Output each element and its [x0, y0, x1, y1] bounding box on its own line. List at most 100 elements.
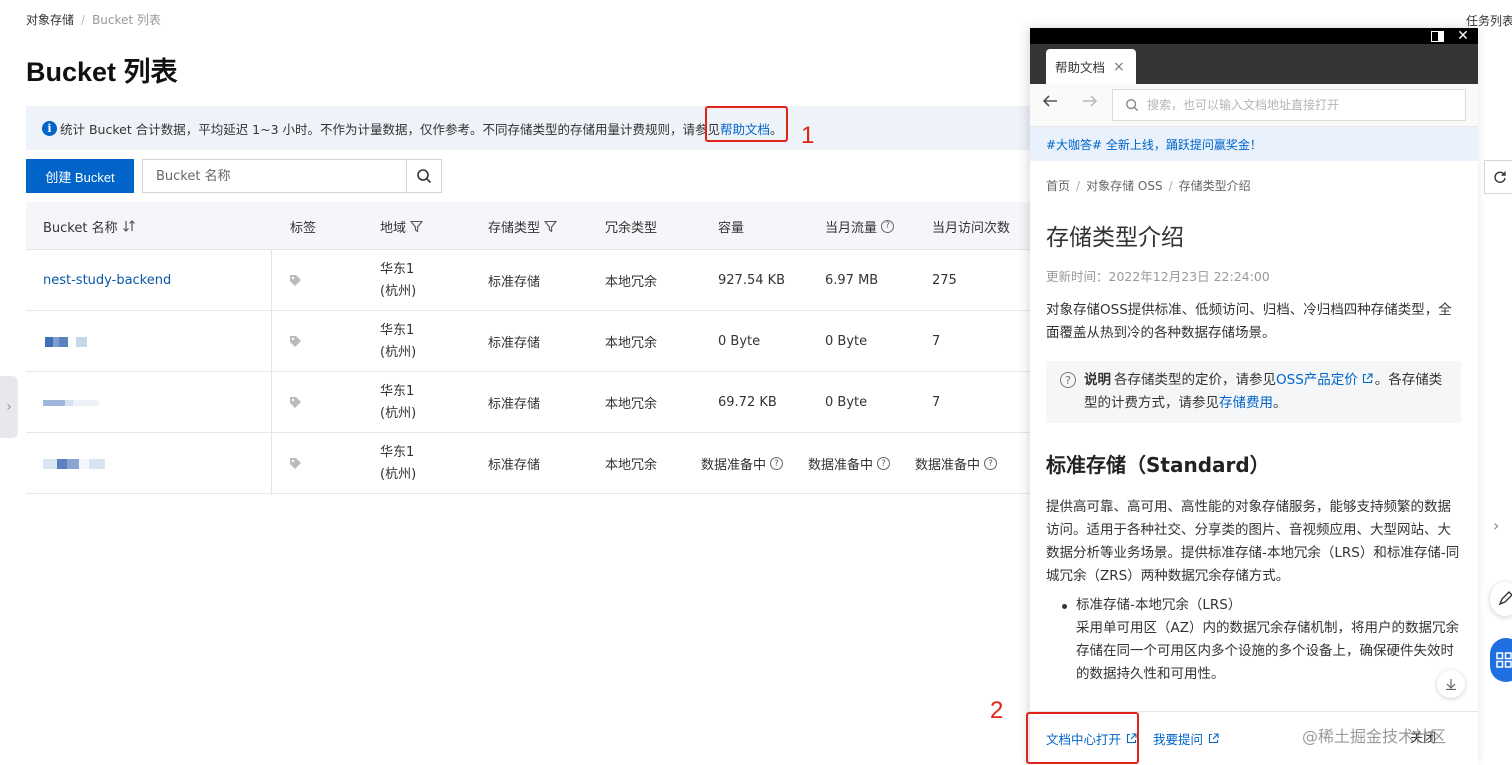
header-visits: 当月访问次数 [932, 220, 1011, 236]
help-icon[interactable]: ? [770, 457, 784, 470]
refresh-button[interactable] [1484, 160, 1512, 194]
help-icon[interactable]: ? [984, 457, 998, 470]
help-icon[interactable]: ? [881, 219, 895, 233]
page-title: Bucket 列表 [26, 57, 178, 87]
tag-cell[interactable] [289, 372, 302, 433]
breadcrumb: 对象存储 / Bucket 列表 [26, 11, 161, 28]
storage-fee-link[interactable]: 存储费用 [1219, 395, 1273, 411]
sidebar-expand-handle[interactable]: › [0, 376, 18, 438]
table-row: 华东1 (杭州) 标准存储 本地冗余 0 Byte 0 Byte 7 [26, 311, 1030, 372]
bullet-title: 标准存储-本地冗余（LRS） [1076, 597, 1242, 613]
search-button[interactable] [406, 160, 441, 192]
back-arrow-icon[interactable] [1042, 93, 1058, 114]
refresh-icon [1493, 171, 1506, 183]
header-redundancy: 冗余类型 [605, 220, 658, 236]
task-list-link[interactable]: 任务列表 [1466, 12, 1512, 29]
tag-icon[interactable] [289, 396, 302, 409]
panel-tab-bar: ✕ 帮助文档 × [1030, 28, 1478, 84]
help-doc-panel: ✕ 帮助文档 × #大咖答# 全新上线，踊跃提问赢奖金！ 首页/对象存储 OSS… [1030, 28, 1478, 765]
breadcrumb-root[interactable]: 对象存储 [26, 13, 74, 27]
visits-cell: 275 [932, 273, 957, 288]
traffic-cell: 0 Byte [825, 334, 868, 349]
tag-icon[interactable] [289, 335, 302, 348]
header-storage-type[interactable]: 存储类型 [488, 202, 558, 250]
visits-cell: 数据准备中? [915, 433, 998, 494]
bucket-table: Bucket 名称 标签 地域 存储类型 冗余类型 容量 当月流量? 当月访问次… [26, 202, 1030, 495]
edit-feedback-button[interactable] [1490, 582, 1512, 616]
tag-cell[interactable] [289, 311, 302, 372]
bucket-name-link[interactable] [45, 311, 87, 372]
arrow-down-icon [1446, 679, 1456, 690]
tag-cell[interactable] [289, 250, 302, 311]
storage-type-cell: 标准存储 [488, 275, 541, 290]
doc-title: 存储类型介绍 [1046, 225, 1184, 251]
header-region[interactable]: 地域 [380, 202, 424, 250]
watermark: @稀土掘金技术社区 [1302, 727, 1447, 746]
create-bucket-button[interactable]: 创建 Bucket [26, 159, 134, 193]
blurred-name [45, 336, 87, 347]
tag-icon[interactable] [289, 457, 302, 470]
redundancy-cell: 本地冗余 [605, 458, 658, 473]
filter-icon[interactable] [410, 220, 424, 233]
header-tags: 标签 [290, 220, 317, 236]
bullet-description: 采用单可用区（AZ）内的数据冗余存储机制，将用户的数据冗余存储在同一个可用区内多… [1076, 620, 1459, 682]
apps-button[interactable] [1490, 638, 1512, 682]
doc-crumb-home[interactable]: 首页 [1046, 179, 1070, 193]
table-row: 华东1 (杭州) 标准存储 本地冗余 69.72 KB 0 Byte 7 [26, 372, 1030, 433]
chevron-right-icon: › [6, 399, 12, 415]
forward-arrow-icon[interactable] [1082, 93, 1098, 114]
external-link-icon [1208, 733, 1219, 744]
filter-icon[interactable] [544, 220, 558, 233]
chevron-right-icon[interactable]: › [1493, 516, 1499, 535]
sort-icon[interactable] [122, 220, 136, 232]
redundancy-cell: 本地冗余 [605, 336, 658, 351]
capacity-cell: 0 Byte [718, 334, 761, 349]
bucket-name-link[interactable] [43, 433, 105, 494]
traffic-cell: 6.97 MB [825, 273, 879, 288]
tab-help-doc[interactable]: 帮助文档 × [1046, 49, 1136, 84]
close-icon[interactable]: × [1113, 59, 1125, 75]
breadcrumb-separator: / [81, 13, 86, 27]
close-icon[interactable]: ✕ [1452, 28, 1474, 44]
redundancy-cell: 本地冗余 [605, 275, 658, 290]
region-cell: 华东1 (杭州) [380, 261, 417, 299]
search-icon [1126, 99, 1139, 112]
scroll-down-button[interactable] [1437, 670, 1465, 698]
ask-question-link[interactable]: 我要提问 [1153, 729, 1219, 748]
notice-text: 统计 Bucket 合计数据，平均延迟 1~3 小时。不作为计量数据，仅作参考。… [60, 121, 721, 137]
tab-label: 帮助文档 [1055, 60, 1106, 75]
promo-banner[interactable]: #大咖答# 全新上线，踊跃提问赢奖金！ [1030, 127, 1478, 161]
info-icon: i [42, 120, 57, 136]
header-name[interactable]: Bucket 名称 [43, 202, 136, 250]
doc-crumb-oss[interactable]: 对象存储 OSS [1086, 179, 1163, 193]
annotation-box-2 [1026, 712, 1139, 764]
table-row: 华东1 (杭州) 标准存储 本地冗余 数据准备中? 数据准备中? 数据准备中? [26, 433, 1030, 494]
help-icon[interactable]: ? [877, 457, 891, 470]
bucket-name-link[interactable]: nest-study-backend [43, 250, 171, 311]
bucket-search-input[interactable] [143, 160, 406, 192]
traffic-cell: 数据准备中? [808, 433, 891, 494]
doc-updated-time: 更新时间：2022年12月23日 22:24:00 [1046, 269, 1270, 284]
note-label: 说明 [1084, 372, 1111, 388]
pricing-link[interactable]: OSS产品定价 [1276, 372, 1358, 388]
panel-window-bar [1030, 28, 1478, 44]
annotation-number-2: 2 [990, 697, 1004, 724]
visits-cell: 7 [932, 334, 941, 349]
breadcrumb-current: Bucket 列表 [92, 13, 161, 27]
annotation-box-1 [705, 106, 788, 142]
traffic-cell: 0 Byte [825, 395, 868, 410]
tag-cell[interactable] [289, 433, 302, 494]
standard-description: 提供高可靠、高可用、高性能的对象存储服务，能够支持频繁的数据访问。适用于各种社交… [1046, 499, 1460, 584]
capacity-cell: 927.54 KB [718, 273, 786, 288]
table-row: nest-study-backend 华东1 (杭州) 标准存储 本地冗余 927… [26, 250, 1030, 311]
tag-icon[interactable] [289, 274, 302, 287]
visits-cell: 7 [932, 395, 941, 410]
storage-type-cell: 标准存储 [488, 336, 541, 351]
region-cell: 华东1 (杭州) [380, 444, 417, 482]
dock-icon[interactable] [1426, 28, 1448, 44]
capacity-cell: 数据准备中? [701, 433, 784, 494]
storage-type-cell: 标准存储 [488, 458, 541, 473]
doc-search-input[interactable] [1147, 98, 1447, 112]
doc-crumb-current[interactable]: 存储类型介绍 [1179, 179, 1251, 193]
bucket-name-link[interactable] [43, 372, 99, 433]
